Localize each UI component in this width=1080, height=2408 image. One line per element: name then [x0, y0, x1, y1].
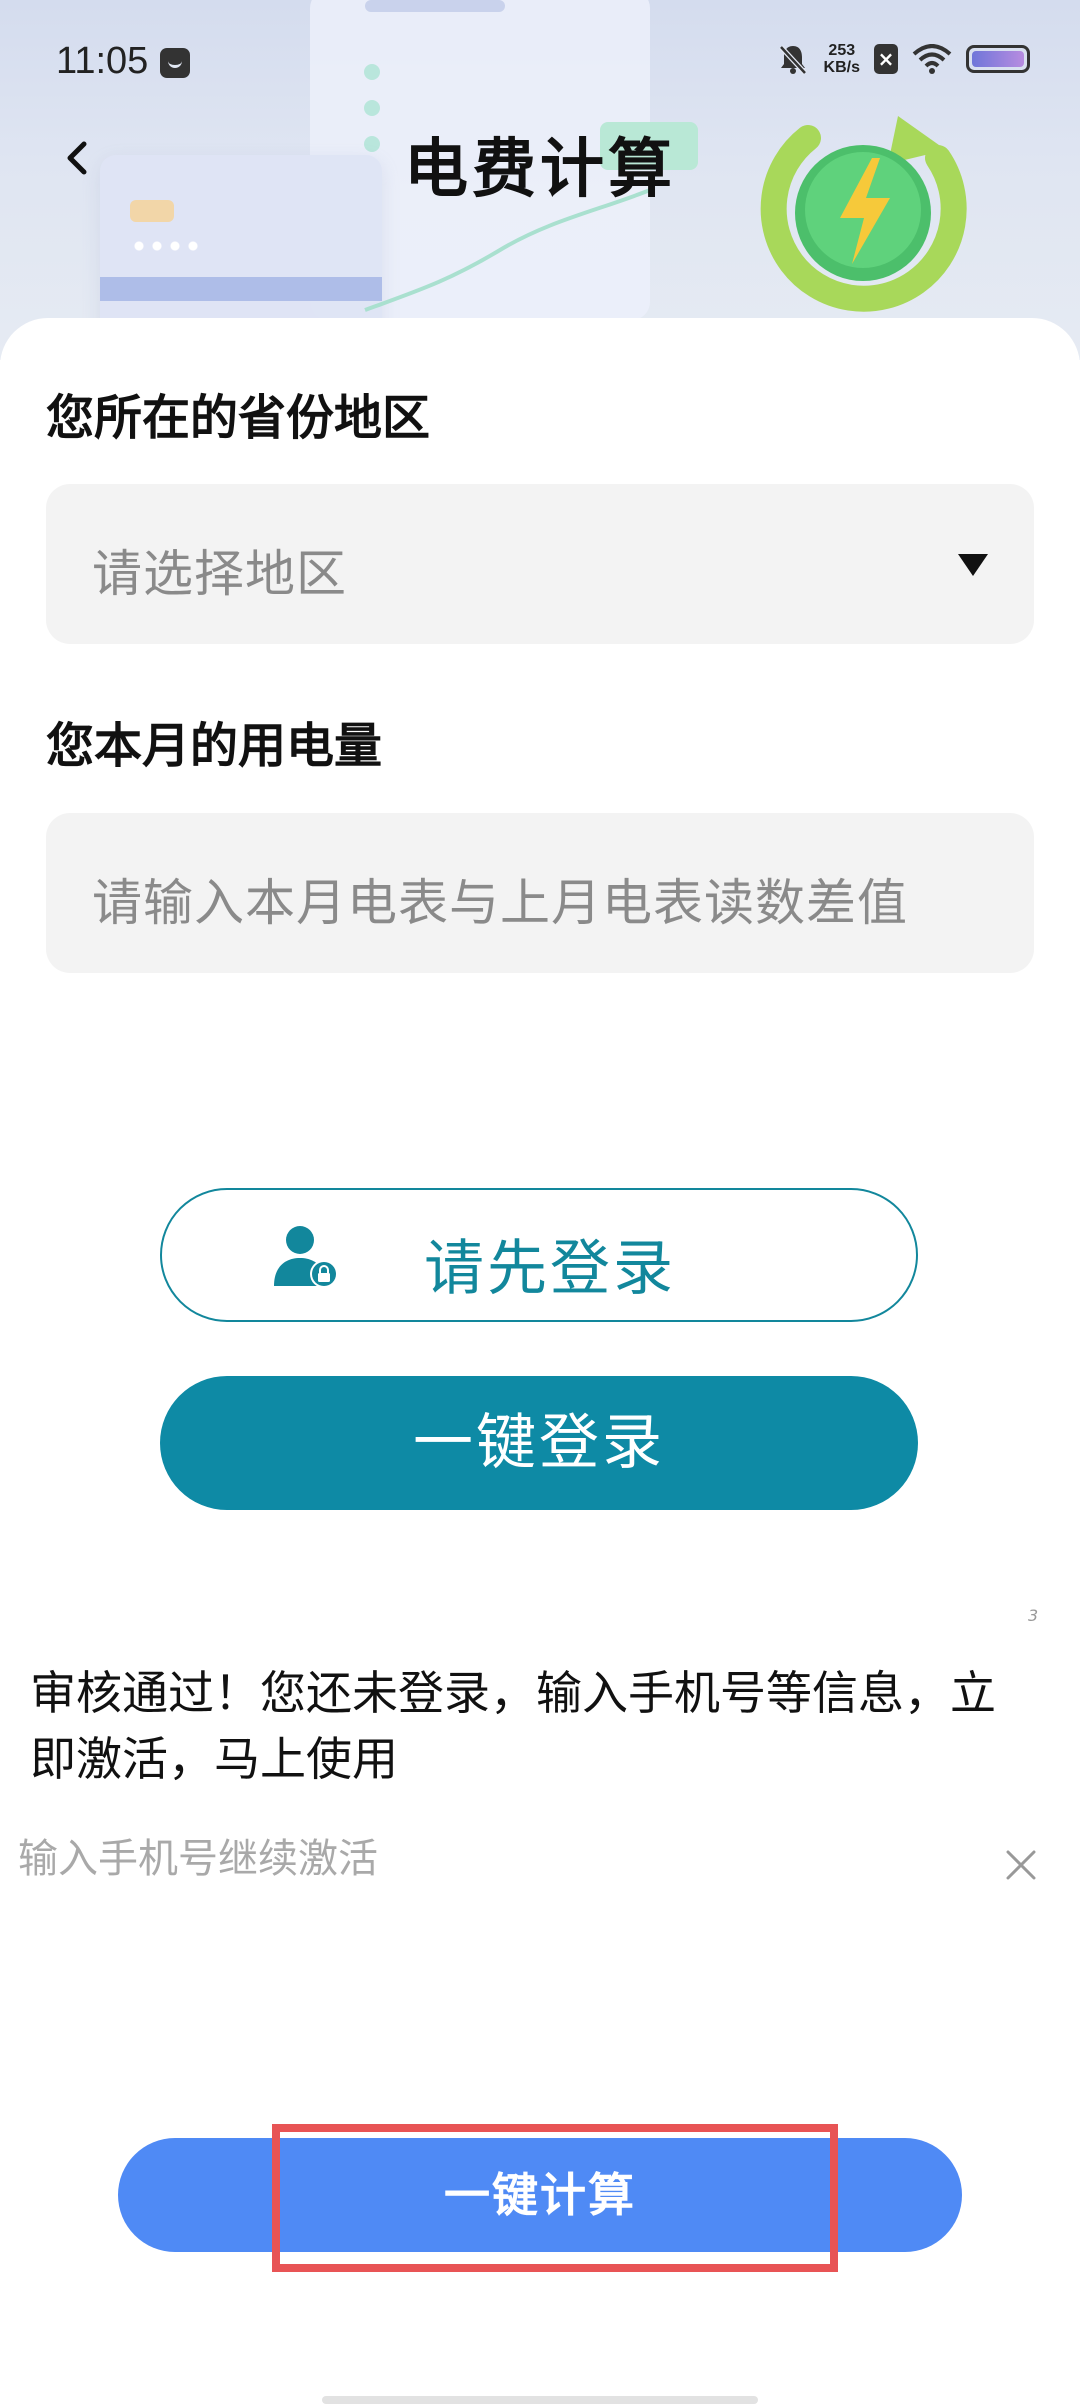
user-lock-icon — [274, 1226, 338, 1288]
region-select[interactable]: 请选择地区 — [46, 484, 1034, 644]
usage-placeholder: 请输入本月电表与上月电表读数差值 — [92, 874, 908, 932]
corner-mark: 3 — [1028, 1606, 1039, 1625]
bell-muted-icon — [778, 45, 807, 75]
x-status-icon: × — [874, 44, 898, 74]
usage-label: 您本月的用电量 — [46, 718, 383, 774]
status-time: 11:05 — [56, 40, 149, 82]
activate-hint-link[interactable]: 输入手机号继续激活 — [18, 1826, 378, 1884]
home-indicator — [322, 2396, 758, 2404]
please-login-label: 请先登录 — [424, 1234, 676, 1304]
network-speed: 253 KB/s — [824, 42, 860, 76]
battery-icon — [966, 45, 1030, 73]
close-icon[interactable] — [1004, 1848, 1038, 1882]
network-speed-value: 253 — [828, 42, 856, 59]
highlight-box — [272, 2124, 838, 2272]
dropdown-triangle-icon — [958, 554, 988, 576]
decor-dot — [364, 64, 380, 80]
page-title: 电费计算 — [404, 133, 676, 207]
status-icons: 253 KB/s × — [776, 42, 1030, 76]
usage-input[interactable]: 请输入本月电表与上月电表读数差值 — [46, 813, 1034, 973]
network-speed-unit: KB/s — [823, 59, 860, 76]
decor-dot — [364, 100, 380, 116]
wifi-icon — [912, 44, 952, 74]
message-notification-icon — [160, 48, 190, 78]
region-label: 您所在的省份地区 — [46, 390, 431, 446]
quick-login-button[interactable]: 一键登录 — [160, 1376, 918, 1510]
activation-notice: 审核通过！您还未登录，输入手机号等信息，立即激活，马上使用 — [30, 1666, 996, 1786]
please-login-button[interactable]: 请先登录 — [160, 1188, 918, 1322]
region-placeholder: 请选择地区 — [92, 545, 347, 603]
